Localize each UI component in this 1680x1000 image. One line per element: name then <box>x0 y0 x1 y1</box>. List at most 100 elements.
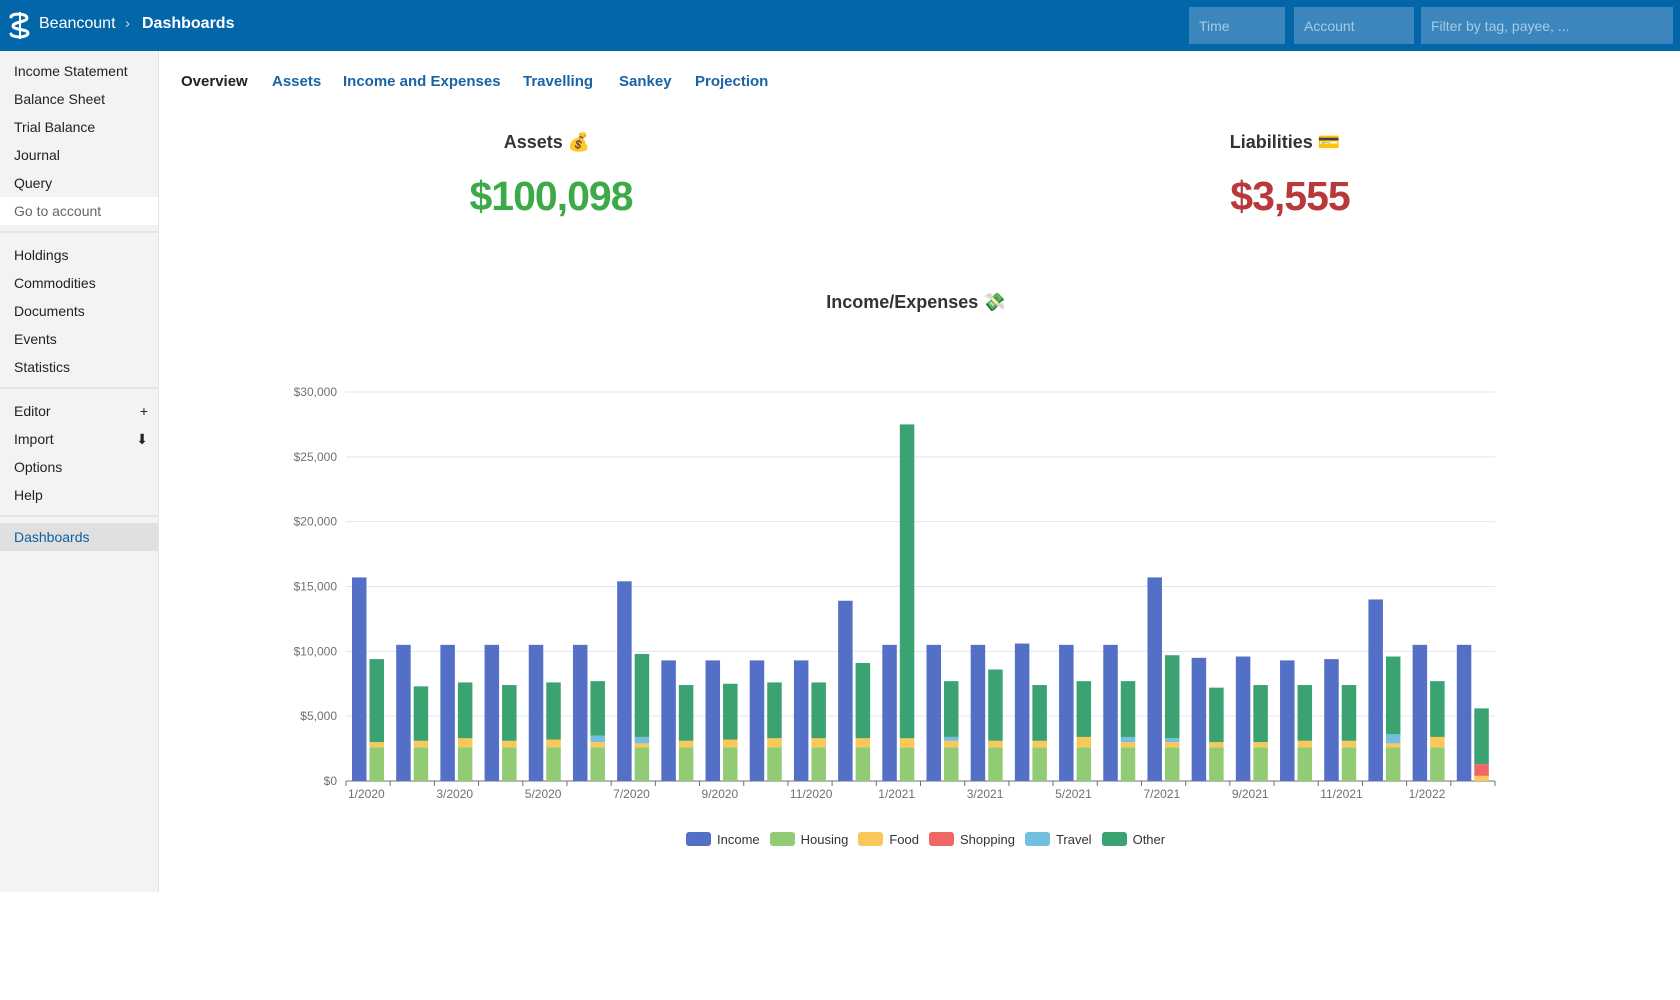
sidebar-item-balance-sheet[interactable]: Balance Sheet <box>0 85 158 113</box>
bar-food <box>369 742 384 748</box>
tab-income-and-expenses[interactable]: Income and Expenses <box>343 73 501 90</box>
legend-label: Food <box>889 831 919 847</box>
bar-other <box>502 685 517 741</box>
bar-travel <box>1120 736 1136 743</box>
bar-housing <box>1076 747 1092 781</box>
bar-income <box>1412 644 1428 781</box>
bar-food <box>457 738 473 748</box>
legend-item-housing[interactable]: Housing <box>769 831 849 847</box>
sidebar-item-query[interactable]: Query <box>0 169 158 197</box>
brand-link[interactable]: Beancount <box>39 15 116 33</box>
bar-other <box>546 682 561 740</box>
bar-other <box>1253 685 1268 743</box>
bar-housing <box>899 747 915 781</box>
bar-food <box>1164 742 1180 748</box>
bar-housing <box>723 747 738 781</box>
sidebar-item-options[interactable]: Options <box>0 453 158 481</box>
tab-sankey[interactable]: Sankey <box>619 73 672 90</box>
bar-other <box>1032 685 1047 741</box>
x-tick-label: 5/2021 <box>1055 787 1092 801</box>
add-entry-icon[interactable]: + <box>140 397 148 425</box>
sidebar-item-commodities[interactable]: Commodities <box>0 269 158 297</box>
go-to-account-input[interactable]: Go to account <box>0 197 158 225</box>
legend-swatch <box>686 832 711 846</box>
y-tick-label: $0 <box>324 774 338 788</box>
bar-food <box>1341 740 1357 748</box>
bar-income <box>838 600 853 781</box>
sidebar-item-import[interactable]: Import ⬇ <box>0 425 158 453</box>
legend-swatch <box>1024 832 1050 846</box>
x-tick-label: 1/2021 <box>878 787 915 801</box>
x-tick-label: 11/2020 <box>790 787 833 801</box>
tab-overview[interactable]: Overview <box>181 73 248 90</box>
bar-housing <box>369 747 384 781</box>
bar-housing <box>457 747 473 781</box>
legend-swatch <box>928 832 954 846</box>
chart-legend: Income Housing Food Shopping Travel Other <box>686 830 1175 848</box>
assets-value: $100,098 <box>469 173 633 219</box>
sidebar-item-documents[interactable]: Documents <box>0 297 158 325</box>
tab-travelling[interactable]: Travelling <box>523 73 593 90</box>
sidebar-item-editor[interactable]: Editor + <box>0 397 158 425</box>
bar-other <box>1297 685 1313 741</box>
bar-food <box>1474 775 1489 781</box>
bar-housing <box>502 747 517 781</box>
legend-item-travel[interactable]: Travel <box>1024 831 1092 847</box>
bar-food <box>1430 736 1445 748</box>
bar-income <box>484 644 500 781</box>
bar-housing <box>678 747 694 781</box>
beancount-logo-icon[interactable] <box>7 12 32 39</box>
bar-income <box>1280 660 1295 781</box>
bar-other <box>899 424 915 739</box>
bar-other <box>723 683 738 740</box>
sidebar-item-events[interactable]: Events <box>0 325 158 353</box>
legend-item-food[interactable]: Food <box>858 832 919 847</box>
bar-other <box>988 669 1003 741</box>
bar-income <box>705 660 721 781</box>
time-filter-input[interactable] <box>1189 7 1285 44</box>
x-tick-label: 1/2022 <box>1409 787 1446 801</box>
bar-income <box>1103 644 1118 781</box>
bar-housing <box>1430 747 1445 781</box>
tab-projection[interactable]: Projection <box>695 73 768 90</box>
sidebar-item-help[interactable]: Help <box>0 481 158 509</box>
bar-other <box>1430 681 1445 737</box>
bar-income <box>1191 657 1207 781</box>
bar-income <box>1456 644 1472 781</box>
tag-payee-filter-input[interactable] <box>1421 7 1673 44</box>
bar-income <box>661 660 676 781</box>
account-filter-input[interactable] <box>1294 7 1414 44</box>
sidebar-item-statistics[interactable]: Statistics <box>0 353 158 381</box>
bar-housing <box>1120 747 1136 781</box>
legend-item-other[interactable]: Other <box>1101 832 1165 847</box>
y-tick-label: $20,000 <box>294 515 338 529</box>
bar-food <box>855 738 871 748</box>
legend-label: Travel <box>1055 831 1092 847</box>
legend-item-shopping[interactable]: Shopping <box>928 832 1015 847</box>
bar-housing <box>634 747 650 781</box>
sidebar-item-trial-balance[interactable]: Trial Balance <box>0 113 158 141</box>
income-expenses-chart: $0 $5,000 $10,000 $15,000 $20,000 $25,000 $30,… <box>294 385 1496 801</box>
bar-travel <box>944 736 959 741</box>
bar-other <box>457 682 473 739</box>
bar-other <box>1120 681 1136 737</box>
bar-housing <box>1164 747 1180 781</box>
bar-travel <box>590 735 605 743</box>
bar-travel <box>1385 734 1401 744</box>
bar-other <box>413 686 429 741</box>
upload-icon[interactable]: ⬇ <box>136 425 148 453</box>
sidebar-item-income-statement[interactable]: Income Statement <box>0 57 158 85</box>
bar-food <box>634 743 650 748</box>
bar-housing <box>944 747 959 781</box>
bar-income <box>1235 656 1251 781</box>
bar-food <box>767 738 782 748</box>
sidebar-item-dashboards[interactable]: Dashboards <box>0 523 158 551</box>
sidebar-item-holdings[interactable]: Holdings <box>0 241 158 269</box>
legend-item-income[interactable]: Income <box>686 832 760 847</box>
sidebar-item-journal[interactable]: Journal <box>0 141 158 169</box>
top-bar: Beancount › Dashboards <box>0 0 1680 51</box>
legend-swatch <box>1101 832 1127 846</box>
legend-label: Housing <box>800 831 849 847</box>
x-tick-label: 5/2020 <box>525 787 562 801</box>
tab-assets[interactable]: Assets <box>272 73 321 90</box>
